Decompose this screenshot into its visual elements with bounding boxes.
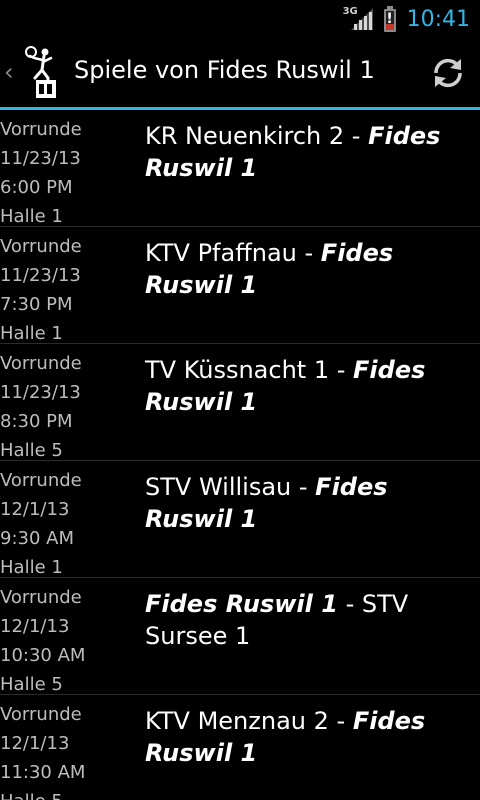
home-team: KTV Pfaffnau [145,239,297,267]
game-round: Vorrunde [0,587,82,608]
game-row[interactable]: Vorrunde 12/1/13 10:30 AM Halle 5 Fides … [0,578,480,695]
game-date: 11/23/13 [0,148,81,169]
game-round: Vorrunde [0,353,82,374]
home-team: STV Willisau [145,473,292,501]
status-bar: 3G ! 10:41 [0,0,480,38]
game-time: 10:30 AM [0,645,86,666]
game-match: Fides Ruswil 1 - STV Sursee 1 [145,588,465,652]
signal-icon: 3G [343,6,375,32]
team-separator: - [344,122,369,150]
game-row[interactable]: Vorrunde 12/1/13 11:30 AM Halle 5 KTV Me… [0,695,480,800]
game-date: 12/1/13 [0,733,70,754]
team-separator: - [328,707,353,735]
game-round: Vorrunde [0,704,82,725]
home-team: TV Küssnacht 1 [145,356,330,384]
games-list[interactable]: Vorrunde 11/23/13 6:00 PM Halle 1 KR Neu… [0,110,480,800]
game-row[interactable]: Vorrunde 11/23/13 7:30 PM Halle 1 KTV Pf… [0,227,480,344]
refresh-button[interactable] [416,38,480,108]
game-match: KR Neuenkirch 2 - Fides Ruswil 1 [145,120,465,184]
game-meta: Vorrunde 12/1/13 11:30 AM Halle 5 [0,700,135,800]
battery-alert-mark: ! [386,11,393,27]
game-match: TV Küssnacht 1 - Fides Ruswil 1 [145,354,465,418]
chevron-left-icon[interactable]: ‹ [4,58,14,86]
team-separator: - [337,590,362,618]
game-match: KTV Pfaffnau - Fides Ruswil 1 [145,237,465,301]
game-time: 11:30 AM [0,762,86,783]
action-bar: ‹ Spiele von Fides Ruswil 1 [0,38,480,108]
game-match: KTV Menznau 2 - Fides Ruswil 1 [145,705,465,769]
team-separator: - [296,239,321,267]
game-hall: Halle 5 [0,787,135,800]
app-logo-icon[interactable] [22,44,64,100]
home-team: Fides Ruswil 1 [145,590,338,618]
game-row[interactable]: Vorrunde 12/1/13 9:30 AM Halle 1 STV Wil… [0,461,480,578]
page-title: Spiele von Fides Ruswil 1 [74,56,375,84]
home-team: KTV Menznau 2 [145,707,329,735]
status-clock: 10:41 [406,6,470,32]
game-meta: Vorrunde 12/1/13 10:30 AM Halle 5 [0,583,135,699]
game-date: 11/23/13 [0,265,81,286]
team-separator: - [329,356,354,384]
game-date: 12/1/13 [0,499,70,520]
game-time: 8:30 PM [0,411,73,432]
game-round: Vorrunde [0,470,82,491]
game-row[interactable]: Vorrunde 11/23/13 6:00 PM Halle 1 KR Neu… [0,110,480,227]
game-time: 6:00 PM [0,177,73,198]
status-icons: 3G ! 10:41 [343,4,470,34]
game-round: Vorrunde [0,119,82,140]
game-meta: Vorrunde 11/23/13 8:30 PM Halle 5 [0,349,135,465]
game-meta: Vorrunde 12/1/13 9:30 AM Halle 1 [0,466,135,582]
network-type-label: 3G [342,6,358,17]
game-time: 7:30 PM [0,294,73,315]
home-team: KR Neuenkirch 2 [145,122,345,150]
game-match: STV Willisau - Fides Ruswil 1 [145,471,465,535]
game-meta: Vorrunde 11/23/13 7:30 PM Halle 1 [0,232,135,348]
game-date: 11/23/13 [0,382,81,403]
game-date: 12/1/13 [0,616,70,637]
battery-low-icon: ! [383,6,397,32]
game-meta: Vorrunde 11/23/13 6:00 PM Halle 1 [0,115,135,231]
game-time: 9:30 AM [0,528,74,549]
game-round: Vorrunde [0,236,82,257]
game-row[interactable]: Vorrunde 11/23/13 8:30 PM Halle 5 TV Küs… [0,344,480,461]
team-separator: - [291,473,316,501]
refresh-icon [434,58,462,88]
